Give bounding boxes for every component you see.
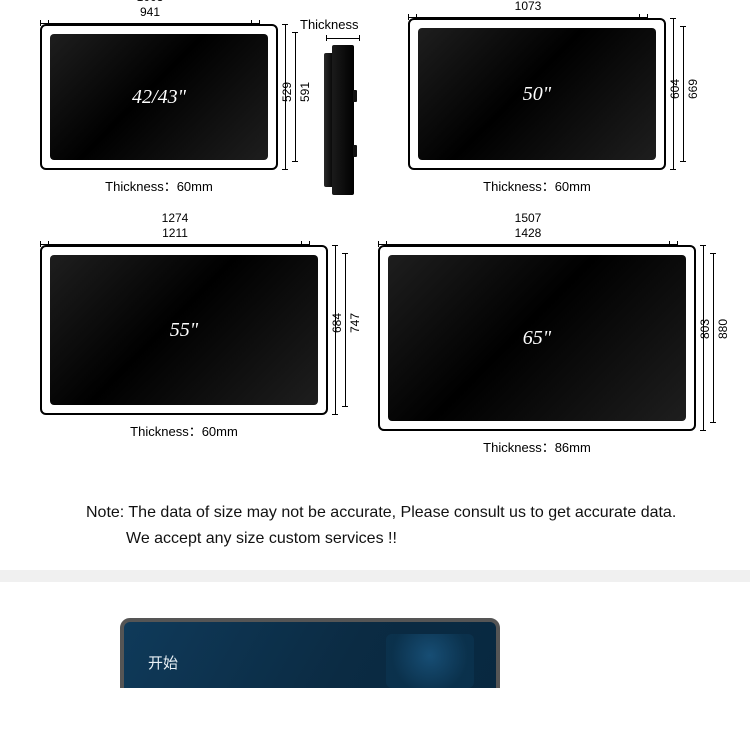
section-divider (0, 570, 750, 582)
screen-55: 1274 1211 684 747 55" Thickness：60mm (40, 245, 328, 456)
thickness-caption: Thickness：86mm (378, 437, 696, 456)
height-dimension: 803 880 (700, 245, 730, 431)
height-dimension: 529 591 (282, 24, 312, 170)
width-dimension: 1507 1428 (378, 211, 678, 247)
cropped-device-preview: 开始 (0, 618, 750, 688)
width-dimension: 1274 1211 (40, 211, 310, 247)
clock-widget-icon (386, 634, 474, 688)
screen-65: 1507 1428 803 880 65" Thickness：86mm (378, 245, 696, 456)
footnote: Note: The data of size may not be accura… (40, 500, 710, 552)
screen-label: 42/43" (132, 86, 186, 109)
screen-label: 55" (170, 319, 198, 342)
thickness-caption: Thickness：60mm (408, 176, 666, 195)
height-dimension: 604 669 (670, 18, 700, 170)
screen-42-43: 1003 941 529 591 42/43" Thickness：60mm (40, 24, 278, 195)
screen-50: 1136 1073 604 669 50" Thickness：60mm (408, 18, 666, 195)
height-dimension: 684 747 (332, 245, 362, 415)
device-screen-text: 开始 (148, 652, 178, 673)
screen-label: 50" (523, 83, 551, 106)
screen-label: 65" (523, 327, 551, 350)
side-profile: Thickness (318, 45, 368, 195)
thickness-caption: Thickness：60mm (40, 176, 278, 195)
spec-diagram-section: 1003 941 529 591 42/43" Thickness：60mm T… (0, 0, 750, 562)
thickness-title: Thickness (300, 17, 359, 32)
width-dimension: 1003 941 (40, 0, 260, 26)
row-1: 1003 941 529 591 42/43" Thickness：60mm T… (40, 18, 710, 195)
row-2: 1274 1211 684 747 55" Thickness：60mm (40, 245, 710, 456)
width-dimension: 1136 1073 (408, 0, 648, 20)
thickness-caption: Thickness：60mm (40, 421, 328, 440)
